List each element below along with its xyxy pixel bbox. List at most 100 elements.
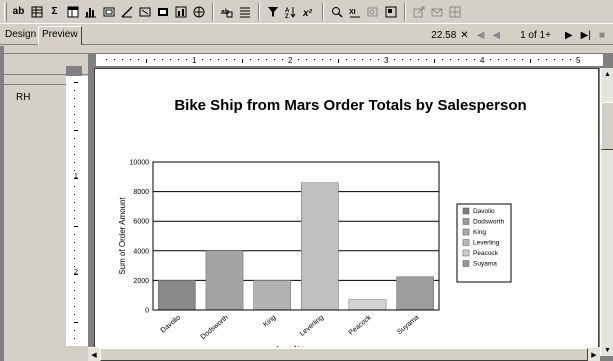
horizontal-scrollbar[interactable]: ◀ ▶: [88, 347, 600, 361]
ruler-label: 2: [74, 269, 78, 276]
scroll-right-icon[interactable]: ▶: [588, 348, 600, 361]
picture-button[interactable]: [154, 3, 171, 21]
map-button[interactable]: [190, 3, 207, 21]
horizontal-scroll-thumb[interactable]: [100, 348, 588, 361]
find-button[interactable]: [328, 3, 345, 21]
ruler-tick: [474, 59, 475, 60]
subreport-icon: [103, 7, 114, 16]
ruler-label: 5: [576, 56, 581, 65]
ruler-tick: [514, 59, 515, 60]
bar[interactable]: [253, 280, 292, 311]
plot-area: [152, 161, 440, 311]
cross-tab-button[interactable]: [64, 3, 81, 21]
ruler-label: 3: [384, 56, 389, 65]
ruler-tick: [522, 59, 523, 60]
x-tick-label: Suyama: [396, 314, 420, 336]
ole-object-button[interactable]: [172, 3, 189, 21]
tab-preview[interactable]: Preview: [38, 26, 82, 45]
ruler-tick: [314, 59, 315, 60]
bar[interactable]: [157, 280, 196, 311]
select-expert-button[interactable]: [264, 3, 281, 21]
ruler-tick: [74, 194, 75, 195]
bar[interactable]: [300, 182, 339, 311]
ruler-label: 1: [74, 173, 78, 180]
close-preview-icon[interactable]: ✕: [460, 30, 468, 41]
align-button[interactable]: [236, 3, 253, 21]
formula-button[interactable]: x²: [300, 3, 317, 21]
ruler-tick: [154, 59, 155, 60]
zoom-button[interactable]: [364, 3, 381, 21]
grid-button[interactable]: [446, 3, 463, 21]
text-object-button[interactable]: ab: [10, 3, 27, 21]
export-button[interactable]: [410, 3, 427, 21]
summary-button[interactable]: Σ: [46, 3, 63, 21]
ruler-tick: [410, 59, 411, 60]
x-tick-label: Dodsworth: [200, 314, 230, 341]
ruler-tick: [138, 59, 139, 60]
ruler-marker: [88, 54, 96, 66]
ruler-tick: [378, 59, 379, 60]
legend-label: Dodsworth: [473, 219, 504, 226]
ruler-tick: [74, 234, 75, 235]
refresh-icon: [385, 6, 396, 17]
ruler-tick: [74, 306, 75, 307]
line-button[interactable]: [118, 3, 135, 21]
ruler-tick: [330, 59, 331, 60]
ruler-tick: [554, 59, 555, 60]
field-list-button[interactable]: [28, 3, 45, 21]
ruler-tick: [202, 59, 203, 60]
ruler-tick: [274, 59, 275, 60]
top-strip: [4, 46, 613, 54]
scroll-down-icon[interactable]: ▼: [601, 344, 613, 356]
ruler-tick: [338, 59, 339, 63]
ruler-tick: [426, 59, 427, 60]
last-page-icon[interactable]: ▶|: [581, 30, 591, 41]
refresh-button[interactable]: [382, 3, 399, 21]
scroll-up-icon[interactable]: ▲: [601, 68, 613, 80]
ruler-tick: [298, 59, 299, 60]
scroll-left-icon[interactable]: ◀: [88, 348, 100, 361]
chart-button[interactable]: [82, 3, 99, 21]
ruler-tick: [490, 59, 491, 60]
mail-button[interactable]: [428, 3, 445, 21]
x-tick-label: King: [262, 314, 277, 328]
previous-page-icon[interactable]: ◀: [492, 30, 500, 41]
toolbar-grip[interactable]: [4, 2, 7, 21]
sort-button[interactable]: AZ: [282, 3, 299, 21]
ruler-tick: [218, 59, 219, 60]
vertical-scroll-thumb[interactable]: [601, 102, 613, 150]
bar[interactable]: [205, 250, 244, 311]
bar[interactable]: [348, 299, 387, 311]
ruler-tick: [74, 162, 75, 163]
ruler-tick: [74, 266, 75, 267]
group-tree-icon: XI: [349, 9, 360, 17]
stop-icon[interactable]: ■: [599, 30, 605, 41]
ruler-tick: [506, 59, 507, 60]
vertical-scrollbar[interactable]: ▲ ▼: [600, 68, 613, 356]
legend-swatch: [462, 228, 470, 236]
legend-swatch: [462, 207, 470, 215]
svg-text:XI: XI: [349, 9, 356, 16]
ruler-tick: [186, 59, 187, 60]
box-button[interactable]: [136, 3, 153, 21]
ruler-tick: [530, 59, 531, 63]
ruler-tick: [306, 59, 307, 60]
ruler-tick: [74, 250, 75, 251]
subreport-button[interactable]: [100, 3, 117, 21]
ruler-tick: [250, 59, 251, 60]
ruler-tick: [450, 59, 451, 60]
group-tree-button[interactable]: XI: [346, 3, 363, 21]
export-icon: [413, 6, 424, 17]
next-page-icon[interactable]: ▶: [565, 30, 573, 41]
toolbar: ab Σ ab AZ x² XI: [0, 0, 613, 24]
ruler-tick: [74, 130, 78, 131]
tab-design[interactable]: Design: [2, 27, 41, 44]
ruler-tick: [170, 59, 171, 60]
vertical-ruler: 12: [66, 76, 88, 346]
y-axis-label: Sum of Order Amount: [118, 197, 127, 275]
first-page-icon[interactable]: ◀: [477, 30, 485, 41]
insert-field-button[interactable]: ab: [218, 3, 235, 21]
ruler-tick: [74, 290, 75, 291]
bar[interactable]: [396, 276, 435, 311]
tab-bar: Design Preview 22.58 ✕ ◀ ◀ 1 of 1+ ▶ ▶| …: [0, 25, 613, 45]
